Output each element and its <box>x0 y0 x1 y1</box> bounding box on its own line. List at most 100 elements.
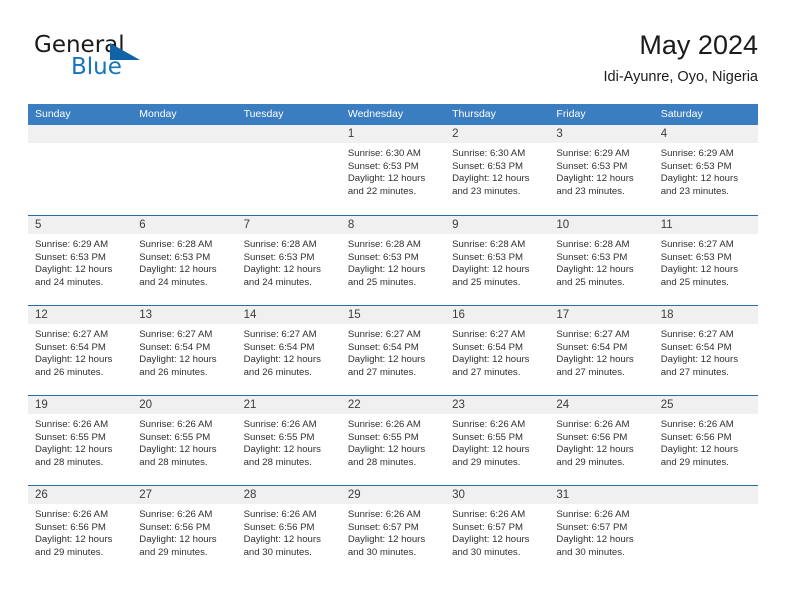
day-details: Sunrise: 6:28 AM Sunset: 6:53 PM Daylight:… <box>445 234 549 289</box>
day-detail-line: and 24 minutes. <box>35 276 104 288</box>
calendar-week-row: 12 Sunrise: 6:27 AM Sunset: 6:54 PM Dayligh… <box>28 305 758 395</box>
day-detail-line: and 25 minutes. <box>556 276 625 288</box>
day-detail-line: and 30 minutes. <box>556 546 625 558</box>
day-details: Sunrise: 6:27 AM Sunset: 6:54 PM Daylight:… <box>132 324 236 379</box>
day-detail-line: Daylight: 12 hours <box>35 534 113 546</box>
day-detail-line: Sunrise: 6:27 AM <box>139 329 213 340</box>
day-number-band <box>28 216 133 234</box>
day-detail-line: Sunrise: 6:26 AM <box>556 419 630 430</box>
day-cell-24[interactable]: 24 Sunrise: 6:26 AM Sunset: 6:56 PM Dayligh… <box>549 396 654 485</box>
day-detail-line: Sunrise: 6:27 AM <box>660 329 734 340</box>
day-cell-29[interactable]: 29 Sunrise: 6:26 AM Sunset: 6:57 PM Dayligh… <box>340 486 446 575</box>
day-detail-line: Sunset: 6:53 PM <box>347 160 419 172</box>
day-cell-20[interactable]: 20 Sunrise: 6:26 AM Sunset: 6:55 PM Dayligh… <box>132 396 237 485</box>
day-detail-line: Sunset: 6:56 PM <box>35 521 106 533</box>
day-cell-25[interactable]: 25 Sunrise: 6:26 AM Sunset: 6:56 PM Dayligh… <box>653 396 758 485</box>
day-number-band <box>236 216 341 234</box>
day-detail-line: and 23 minutes. <box>556 185 625 197</box>
day-detail-line: Sunset: 6:53 PM <box>556 251 628 263</box>
day-detail-line: and 23 minutes. <box>660 185 729 197</box>
day-cell-23[interactable]: 23 Sunrise: 6:26 AM Sunset: 6:55 PM Dayligh… <box>445 396 550 485</box>
day-cell-19[interactable]: 19 Sunrise: 6:26 AM Sunset: 6:55 PM Dayligh… <box>28 396 133 485</box>
day-cell-10[interactable]: 10 Sunrise: 6:28 AM Sunset: 6:53 PM Dayligh… <box>549 216 654 305</box>
day-detail-line: Sunset: 6:53 PM <box>243 251 315 263</box>
day-detail-line: Daylight: 12 hours <box>556 264 634 276</box>
day-number: 24 <box>556 399 570 411</box>
general-blue-logo: General Blue <box>34 32 184 86</box>
day-cell-1[interactable]: 1 Sunrise: 6:30 AM Sunset: 6:53 PM Daylight… <box>340 125 446 215</box>
day-details: Sunrise: 6:27 AM Sunset: 6:54 PM Daylight:… <box>28 324 132 379</box>
day-number: 30 <box>452 489 465 501</box>
day-cell-13[interactable]: 13 Sunrise: 6:27 AM Sunset: 6:54 PM Dayligh… <box>132 306 237 395</box>
day-number: 20 <box>139 399 153 411</box>
day-cell-17[interactable]: 17 Sunrise: 6:27 AM Sunset: 6:54 PM Dayligh… <box>549 306 654 395</box>
day-number-band <box>653 125 758 143</box>
day-detail-line: and 27 minutes. <box>452 366 521 378</box>
day-detail-line: Sunrise: 6:26 AM <box>347 509 421 520</box>
day-details: Sunrise: 6:28 AM Sunset: 6:53 PM Daylight:… <box>132 234 236 289</box>
day-details: Sunrise: 6:26 AM Sunset: 6:57 PM Daylight:… <box>549 504 653 559</box>
day-cell-9[interactable]: 9 Sunrise: 6:28 AM Sunset: 6:53 PM Daylight… <box>445 216 550 305</box>
day-number: 23 <box>452 399 465 411</box>
day-cell-empty <box>236 125 341 215</box>
day-detail-line: Sunset: 6:55 PM <box>139 431 211 443</box>
day-detail-line: Sunset: 6:57 PM <box>347 521 419 533</box>
day-detail-line: Sunrise: 6:30 AM <box>347 148 421 159</box>
day-detail-line: Sunrise: 6:28 AM <box>556 239 630 250</box>
day-number-band <box>445 125 550 143</box>
day-cell-16[interactable]: 16 Sunrise: 6:27 AM Sunset: 6:54 PM Dayligh… <box>445 306 550 395</box>
day-detail-line: and 28 minutes. <box>347 456 417 468</box>
day-detail-line: Daylight: 12 hours <box>347 354 426 366</box>
day-details: Sunrise: 6:27 AM Sunset: 6:54 PM Daylight:… <box>341 324 445 379</box>
day-number: 11 <box>660 219 673 231</box>
day-cell-11[interactable]: 11 Sunrise: 6:27 AM Sunset: 6:53 PM Dayligh… <box>653 216 758 305</box>
day-details: Sunrise: 6:28 AM Sunset: 6:53 PM Daylight:… <box>341 234 445 289</box>
day-cell-6[interactable]: 6 Sunrise: 6:28 AM Sunset: 6:53 PM Daylight… <box>132 216 237 305</box>
day-number: 8 <box>347 219 355 231</box>
day-cell-18[interactable]: 18 Sunrise: 6:27 AM Sunset: 6:54 PM Dayligh… <box>653 306 758 395</box>
day-details: Sunrise: 6:26 AM Sunset: 6:55 PM Daylight:… <box>28 414 132 469</box>
day-detail-line: Sunset: 6:53 PM <box>660 160 732 172</box>
day-cell-4[interactable]: 4 Sunrise: 6:29 AM Sunset: 6:53 PM Daylight… <box>653 125 758 215</box>
day-cell-14[interactable]: 14 Sunrise: 6:27 AM Sunset: 6:54 PM Dayligh… <box>236 306 341 395</box>
day-cell-2[interactable]: 2 Sunrise: 6:30 AM Sunset: 6:53 PM Daylight… <box>445 125 550 215</box>
weekday-header-saturday: Saturday <box>660 108 703 120</box>
day-cell-5[interactable]: 5 Sunrise: 6:29 AM Sunset: 6:53 PM Daylight… <box>28 216 133 305</box>
day-detail-line: Daylight: 12 hours <box>452 534 530 546</box>
day-detail-line: Daylight: 12 hours <box>556 354 634 366</box>
day-cell-21[interactable]: 21 Sunrise: 6:26 AM Sunset: 6:55 PM Dayligh… <box>236 396 341 485</box>
day-detail-line: Sunset: 6:56 PM <box>139 521 211 533</box>
day-detail-line: Daylight: 12 hours <box>139 264 217 276</box>
day-detail-line: Daylight: 12 hours <box>243 264 321 276</box>
day-detail-line: Sunrise: 6:29 AM <box>660 148 734 159</box>
day-number: 10 <box>556 219 570 231</box>
day-detail-line: Sunrise: 6:26 AM <box>556 509 630 520</box>
day-details: Sunrise: 6:28 AM Sunset: 6:53 PM Daylight:… <box>237 234 341 289</box>
calendar-week-row: 1 Sunrise: 6:30 AM Sunset: 6:53 PM Daylight… <box>28 125 758 215</box>
day-cell-3[interactable]: 3 Sunrise: 6:29 AM Sunset: 6:53 PM Daylight… <box>549 125 654 215</box>
day-cell-12[interactable]: 12 Sunrise: 6:27 AM Sunset: 6:54 PM Dayligh… <box>28 306 133 395</box>
day-detail-line: Daylight: 12 hours <box>243 354 321 366</box>
day-cell-31[interactable]: 31 Sunrise: 6:26 AM Sunset: 6:57 PM Dayligh… <box>549 486 654 575</box>
day-detail-line: and 25 minutes. <box>660 276 729 288</box>
day-details: Sunrise: 6:26 AM Sunset: 6:55 PM Daylight:… <box>341 414 445 469</box>
day-detail-line: Sunset: 6:54 PM <box>452 341 524 353</box>
day-cell-30[interactable]: 30 Sunrise: 6:26 AM Sunset: 6:57 PM Dayligh… <box>445 486 550 575</box>
day-cell-28[interactable]: 28 Sunrise: 6:26 AM Sunset: 6:56 PM Dayligh… <box>236 486 341 575</box>
day-detail-line: and 26 minutes. <box>243 366 312 378</box>
day-details: Sunrise: 6:26 AM Sunset: 6:56 PM Daylight:… <box>28 504 132 559</box>
day-detail-line: Daylight: 12 hours <box>452 264 530 276</box>
day-detail-line: Sunset: 6:56 PM <box>243 521 315 533</box>
day-cell-empty <box>28 125 133 215</box>
day-details: Sunrise: 6:27 AM Sunset: 6:53 PM Daylight:… <box>654 234 758 289</box>
day-cell-15[interactable]: 15 Sunrise: 6:27 AM Sunset: 6:54 PM Dayligh… <box>340 306 446 395</box>
day-cell-26[interactable]: 26 Sunrise: 6:26 AM Sunset: 6:56 PM Dayligh… <box>28 486 133 575</box>
day-cell-8[interactable]: 8 Sunrise: 6:28 AM Sunset: 6:53 PM Daylight… <box>340 216 446 305</box>
day-cell-22[interactable]: 22 Sunrise: 6:26 AM Sunset: 6:55 PM Dayligh… <box>340 396 446 485</box>
day-number: 5 <box>35 219 42 231</box>
day-cell-7[interactable]: 7 Sunrise: 6:28 AM Sunset: 6:53 PM Daylight… <box>236 216 341 305</box>
day-cell-27[interactable]: 27 Sunrise: 6:26 AM Sunset: 6:56 PM Dayligh… <box>132 486 237 575</box>
day-detail-line: Sunset: 6:55 PM <box>35 431 106 443</box>
day-detail-line: Sunrise: 6:26 AM <box>35 509 109 520</box>
day-detail-line: Daylight: 12 hours <box>35 264 113 276</box>
